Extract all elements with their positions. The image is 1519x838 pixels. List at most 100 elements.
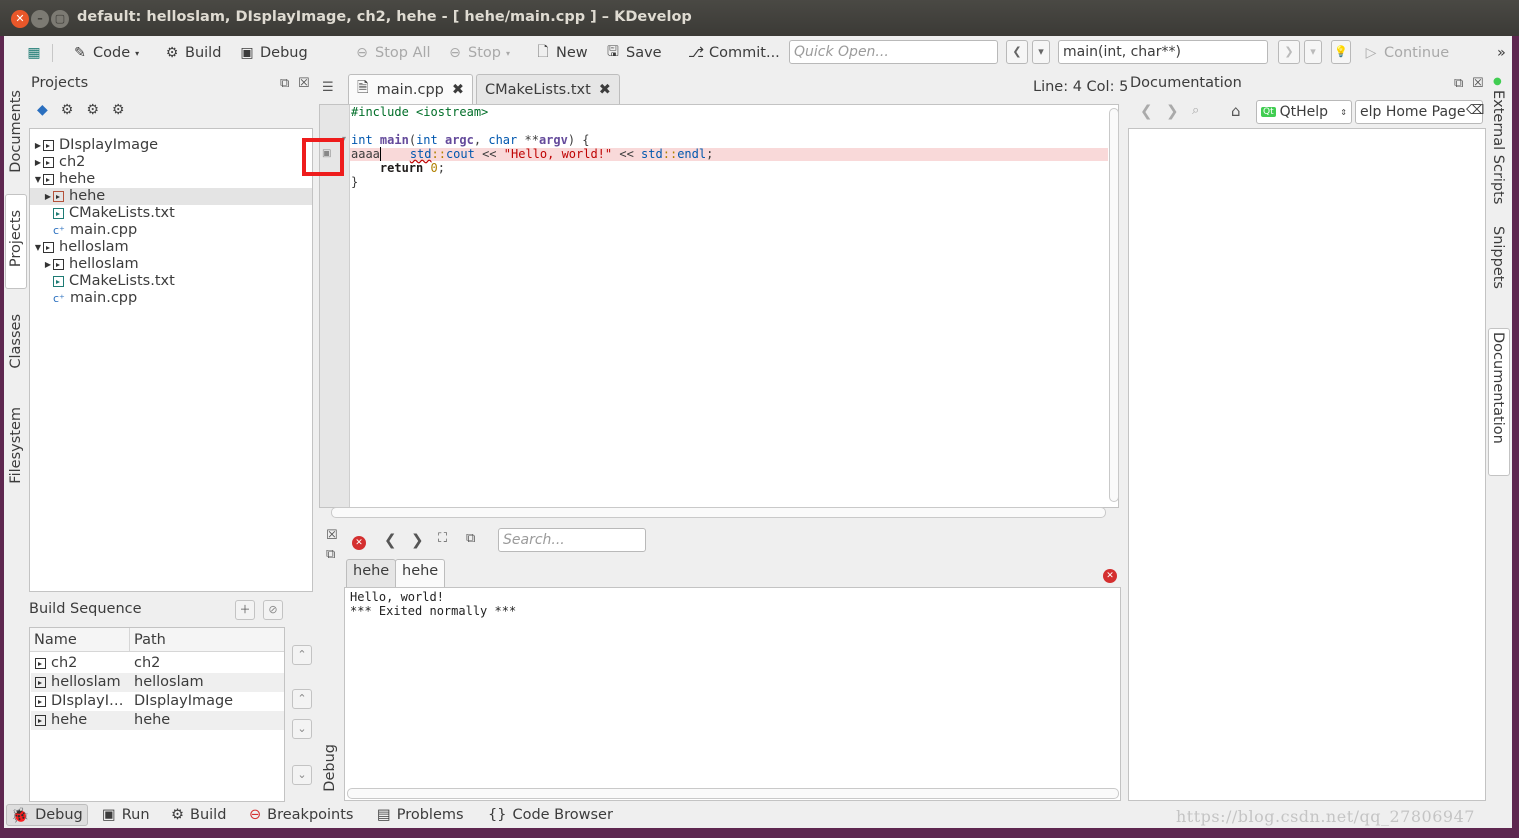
move-up-button[interactable]: ⌃: [292, 689, 312, 709]
project-config-icon[interactable]: ⚙: [61, 102, 74, 118]
previous-context-button[interactable]: ❮: [1006, 40, 1028, 64]
move-down-button[interactable]: ⌄: [292, 719, 312, 739]
output-view[interactable]: Hello, world! *** Exited normally ***: [344, 587, 1121, 801]
tree-item[interactable]: CMakeLists.txt: [30, 205, 312, 222]
bottom-tab-code-browser[interactable]: {} Code Browser: [484, 804, 617, 826]
close-tab-icon[interactable]: ✖: [452, 82, 464, 98]
tree-item[interactable]: ▶ ch2: [30, 154, 312, 171]
forward-icon[interactable]: ❯: [1166, 102, 1179, 120]
hint-icon[interactable]: 💡: [1331, 40, 1351, 64]
tab-snippets[interactable]: Snippets: [1490, 226, 1506, 289]
output-tab-1[interactable]: hehe: [346, 559, 397, 587]
output-search-input[interactable]: Search...: [498, 528, 646, 552]
collapse-arrow-icon[interactable]: ▼: [33, 171, 43, 188]
tree-item[interactable]: c⁺ main.cpp: [30, 222, 312, 239]
float-panel-icon[interactable]: ⧉: [280, 76, 289, 91]
area-switch-button[interactable]: ▦: [26, 41, 42, 65]
tab-cmakelists[interactable]: CMakeLists.txt ✖: [476, 74, 620, 104]
tree-item[interactable]: ▶ DIsplayImage: [30, 137, 312, 154]
next-item-icon[interactable]: ❯: [411, 531, 424, 549]
float-panel-icon[interactable]: ⧉: [1454, 76, 1463, 91]
tab-classes[interactable]: Classes: [8, 314, 24, 369]
window-maximize-button[interactable]: ▢: [51, 10, 69, 28]
tab-external-scripts[interactable]: External Scripts: [1490, 90, 1506, 204]
expand-arrow-icon[interactable]: ▶: [33, 137, 43, 154]
add-build-item-button[interactable]: ＋: [235, 600, 255, 620]
tree-item[interactable]: CMakeLists.txt: [30, 273, 312, 290]
tab-filesystem[interactable]: Filesystem: [8, 407, 24, 484]
locate-project-icon[interactable]: ◆: [37, 102, 48, 118]
search-icon[interactable]: ⌕: [1192, 103, 1199, 118]
expand-arrow-icon[interactable]: ▶: [43, 256, 53, 273]
close-toolview-icon[interactable]: ☒: [326, 528, 338, 543]
tab-documentation[interactable]: Documentation: [1490, 332, 1506, 444]
tab-main-cpp[interactable]: 🗎 main.cpp ✖: [348, 74, 474, 104]
bottom-tab-build[interactable]: ⚙ Build: [167, 804, 230, 826]
float-toolview-icon[interactable]: ⧉: [326, 547, 335, 562]
bottom-tab-debug[interactable]: 🐞 Debug: [6, 804, 88, 826]
commit-button[interactable]: ⎇ Commit...: [688, 41, 780, 65]
window-close-button[interactable]: ✕: [11, 10, 29, 28]
column-header-name[interactable]: Name: [34, 632, 77, 648]
document-list-icon[interactable]: ☰: [322, 80, 334, 95]
move-top-button[interactable]: ⌃: [292, 645, 312, 665]
bottom-tab-breakpoints[interactable]: ⊖ Breakpoints: [245, 804, 357, 826]
remove-build-item-button[interactable]: ⊘: [263, 600, 283, 620]
column-header-path[interactable]: Path: [134, 632, 166, 648]
previous-item-icon[interactable]: ❮: [384, 531, 397, 549]
stop-output-button[interactable]: ✕: [352, 533, 366, 550]
bottom-tab-problems[interactable]: ▤ Problems: [373, 804, 468, 826]
expand-icon[interactable]: ⛶: [438, 531, 447, 546]
tree-item[interactable]: c⁺ main.cpp: [30, 290, 312, 307]
context-field[interactable]: main(int, char**): [1058, 40, 1268, 64]
stop-all-button[interactable]: ⊖ Stop All: [354, 41, 431, 65]
stop-button[interactable]: ⊖ Stop ▾: [447, 41, 510, 65]
stop-all-label: Stop All: [375, 45, 431, 61]
bottom-tab-run[interactable]: ▣ Run: [98, 804, 154, 826]
table-row[interactable]: hehe hehe: [31, 711, 284, 730]
expand-arrow-icon[interactable]: ▶: [43, 188, 53, 205]
window-minimize-button[interactable]: –: [31, 10, 49, 28]
build-config-icon[interactable]: ⚙: [86, 102, 99, 118]
close-panel-icon[interactable]: ☒: [1472, 76, 1484, 91]
context-history-dropdown[interactable]: ▾: [1032, 40, 1050, 64]
collapse-arrow-icon[interactable]: ▼: [33, 239, 43, 256]
tree-item[interactable]: ▶ helloslam: [30, 256, 312, 273]
output-tab-2[interactable]: hehe: [395, 559, 446, 587]
new-button[interactable]: 🗋 New: [535, 41, 587, 65]
copy-icon[interactable]: ⧉: [466, 531, 475, 546]
next-context-button[interactable]: ❯: [1278, 40, 1300, 64]
tree-item[interactable]: ▼ helloslam: [30, 239, 312, 256]
close-panel-icon[interactable]: ☒: [298, 76, 310, 91]
documentation-provider-select[interactable]: Qt QtHelp ⇕: [1256, 100, 1352, 124]
toolbar-overflow-button[interactable]: »: [1497, 41, 1506, 65]
tab-debug-side[interactable]: Debug: [322, 744, 338, 792]
expand-arrow-icon[interactable]: ▶: [33, 154, 43, 171]
documentation-view[interactable]: [1128, 128, 1486, 801]
close-output-tab-button[interactable]: ✕: [1103, 566, 1117, 583]
debug-button[interactable]: ▣ Debug: [239, 41, 307, 65]
tab-projects[interactable]: Projects: [8, 210, 24, 267]
install-config-icon[interactable]: ⚙: [112, 102, 125, 118]
tree-item[interactable]: ▼ hehe: [30, 171, 312, 188]
editor-horizontal-scrollbar[interactable]: [331, 507, 1106, 518]
save-button[interactable]: 🖫 Save: [605, 41, 662, 65]
editor-vertical-scrollbar[interactable]: [1109, 108, 1119, 502]
code-area-button[interactable]: ✎ Code ▾: [72, 41, 139, 65]
tree-item[interactable]: ▶ hehe: [30, 188, 312, 205]
home-icon[interactable]: ⌂: [1231, 102, 1241, 120]
output-horizontal-scrollbar[interactable]: [347, 788, 1119, 799]
move-bottom-button[interactable]: ⌄: [292, 765, 312, 785]
table-row[interactable]: ch2 ch2: [31, 654, 284, 673]
continue-button[interactable]: ▷ Continue: [1363, 41, 1450, 65]
close-tab-icon[interactable]: ✖: [599, 82, 611, 98]
back-icon[interactable]: ❮: [1140, 102, 1153, 120]
table-row[interactable]: DIsplayI… DIsplayImage: [31, 692, 284, 711]
tab-documents[interactable]: Documents: [8, 90, 24, 173]
next-history-dropdown[interactable]: ▾: [1304, 40, 1322, 64]
build-button[interactable]: ⚙ Build: [164, 41, 222, 65]
table-row[interactable]: helloslam helloslam: [31, 673, 284, 692]
quick-open-input[interactable]: Quick Open...: [789, 40, 998, 64]
documentation-page-field[interactable]: elp Home Page: [1355, 100, 1483, 124]
clear-field-icon[interactable]: ⌫: [1466, 103, 1484, 118]
